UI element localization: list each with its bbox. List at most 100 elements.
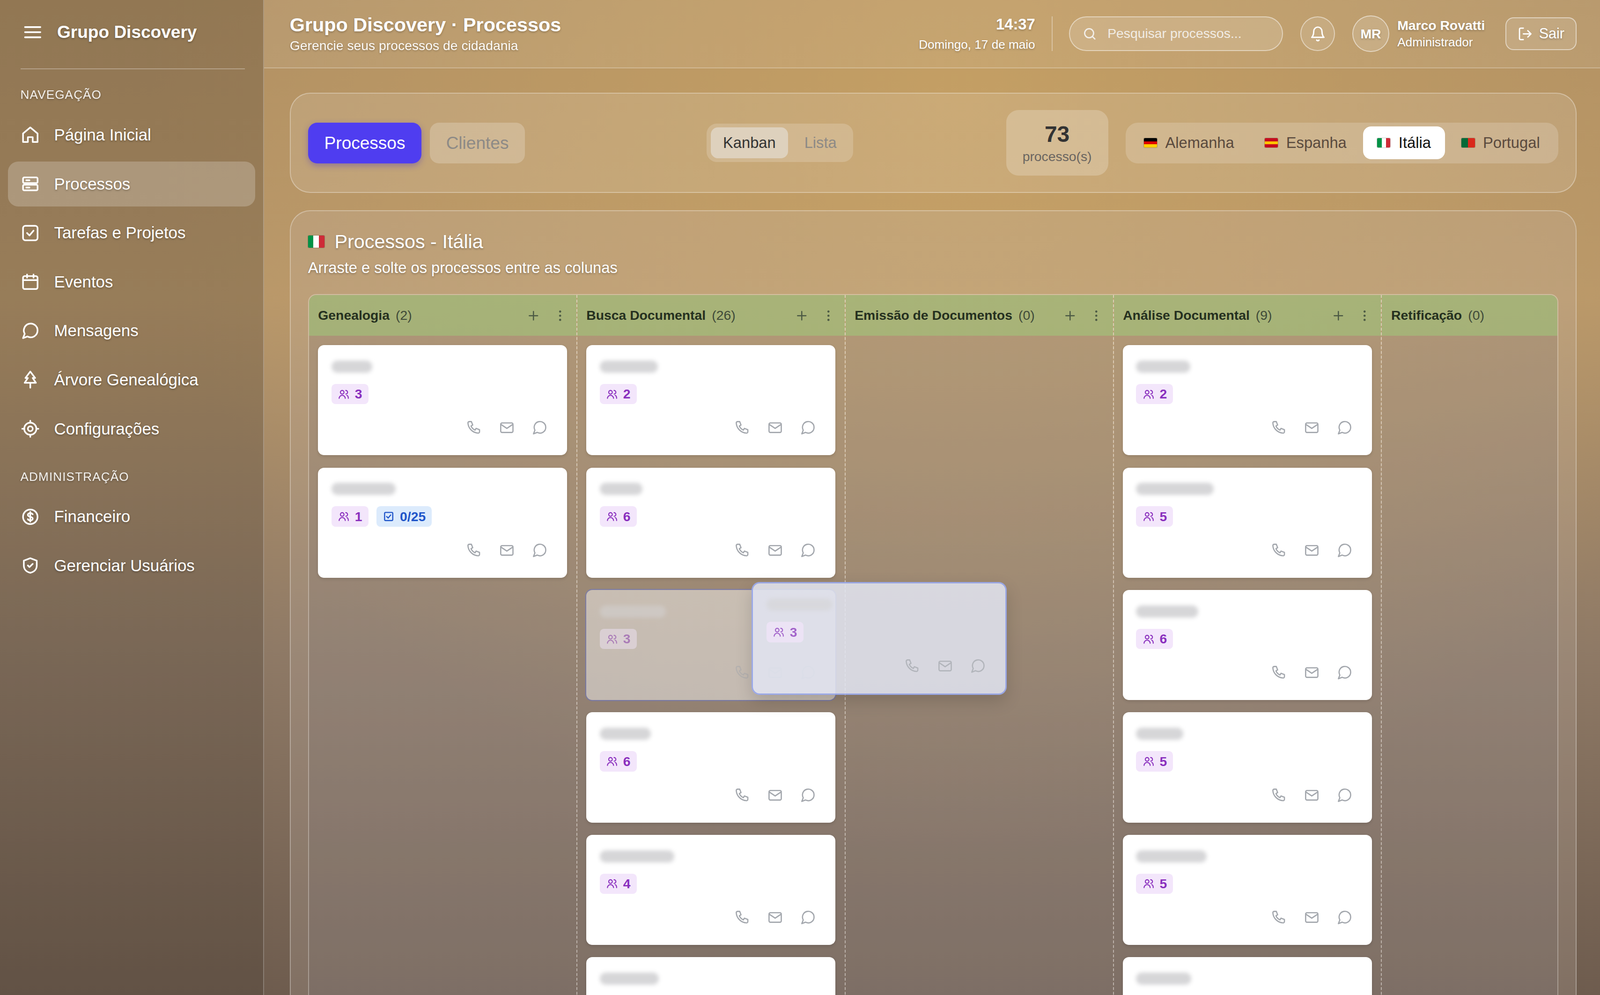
flag-stripe — [318, 235, 325, 248]
chat-icon[interactable] — [1336, 787, 1353, 804]
phone-icon[interactable] — [734, 542, 751, 559]
country-option[interactable]: Espanha — [1250, 126, 1362, 160]
sidebar-item[interactable]: Tarefas e Projetos — [7, 210, 255, 256]
chat-icon[interactable] — [1336, 909, 1353, 926]
drag-ghost-card[interactable]: 3 — [751, 582, 1007, 695]
redacted-name — [1135, 727, 1183, 740]
people-badge: 4 — [599, 873, 637, 895]
process-card[interactable]: 2 — [586, 345, 836, 456]
search-input[interactable] — [1105, 24, 1270, 43]
add-icon[interactable] — [1331, 308, 1346, 324]
sidebar-item[interactable]: Mensagens — [7, 308, 255, 354]
kanban-column: Análise Documental(9)25655 — [1113, 294, 1383, 995]
phone-icon[interactable] — [1270, 542, 1288, 559]
country-option[interactable]: Portugal — [1447, 126, 1555, 160]
more-icon[interactable] — [552, 308, 568, 324]
chat-icon[interactable] — [531, 542, 548, 559]
sidebar-item[interactable]: Configurações — [7, 406, 255, 452]
more-icon[interactable] — [1357, 308, 1372, 324]
view-option[interactable]: Lista — [792, 127, 849, 158]
mail-icon[interactable] — [766, 787, 784, 804]
sidebar-item[interactable]: Página Inicial — [7, 112, 255, 158]
phone-icon[interactable] — [1270, 787, 1288, 804]
phone-icon[interactable] — [1270, 664, 1288, 681]
card-actions — [599, 419, 823, 436]
tab[interactable]: Clientes — [429, 122, 526, 164]
phone-icon[interactable] — [465, 419, 483, 436]
phone-icon[interactable] — [734, 664, 751, 681]
column-header: Busca Documental(26) — [577, 294, 845, 336]
people-badge: 5 — [1135, 873, 1173, 895]
chat-icon[interactable] — [1336, 542, 1353, 559]
sidebar-item[interactable]: Gerenciar Usuários — [7, 543, 255, 589]
process-card[interactable]: 6 — [1122, 589, 1372, 701]
chat-icon[interactable] — [799, 909, 817, 926]
check-square-icon — [20, 223, 40, 243]
phone-icon[interactable] — [734, 909, 751, 926]
chat-icon[interactable] — [799, 542, 817, 559]
process-card[interactable]: 4 — [586, 834, 836, 945]
add-icon[interactable] — [794, 308, 810, 324]
country-label: Portugal — [1482, 133, 1541, 152]
chat-icon — [969, 657, 987, 675]
sidebar-item[interactable]: Árvore Genealógica — [7, 357, 255, 403]
section-title: NAVEGAÇÃO — [0, 69, 264, 113]
redacted-name — [599, 482, 643, 495]
country-option[interactable]: Alemanha — [1129, 126, 1249, 160]
mail-icon[interactable] — [1303, 909, 1320, 926]
chat-icon[interactable] — [1336, 664, 1353, 681]
redacted-name — [1135, 482, 1214, 495]
card-badges: 5 — [1135, 873, 1359, 895]
mail-icon[interactable] — [498, 542, 516, 559]
process-card[interactable]: 3 — [317, 345, 568, 456]
tab[interactable]: Processos — [308, 122, 422, 164]
sidebar-item-label: Eventos — [53, 272, 113, 292]
view-option[interactable]: Kanban — [710, 127, 789, 158]
sidebar-nav: Página InicialProcessosTarefas e Projeto… — [0, 112, 264, 451]
chat-icon[interactable] — [1336, 419, 1353, 436]
notifications-button[interactable] — [1300, 16, 1335, 52]
users-icon — [1142, 877, 1155, 890]
card-badges: 5 — [1135, 506, 1359, 527]
mail-icon[interactable] — [1303, 542, 1320, 559]
phone-icon[interactable] — [734, 787, 751, 804]
hamburger-icon[interactable] — [22, 22, 44, 43]
process-card[interactable]: 33 — [586, 589, 836, 701]
mail-icon[interactable] — [1303, 664, 1320, 681]
process-card[interactable]: 2 — [1122, 345, 1372, 456]
phone-icon[interactable] — [1270, 419, 1288, 436]
mail-icon[interactable] — [766, 909, 784, 926]
process-card[interactable]: 5 — [1122, 467, 1372, 578]
more-icon[interactable] — [1089, 308, 1104, 324]
process-card[interactable]: 5 — [1122, 834, 1372, 945]
process-card[interactable] — [586, 957, 836, 995]
sidebar-item[interactable]: Financeiro — [7, 494, 255, 540]
mail-icon[interactable] — [766, 419, 784, 436]
process-card[interactable]: 5 — [1122, 712, 1372, 823]
chat-icon[interactable] — [799, 787, 817, 804]
people-badge: 2 — [1135, 383, 1173, 405]
sidebar-item[interactable]: Eventos — [7, 259, 255, 305]
country-option[interactable]: Itália — [1363, 126, 1446, 160]
process-card[interactable] — [1122, 957, 1372, 995]
user-avatar[interactable]: MR — [1352, 15, 1389, 52]
chat-icon[interactable] — [799, 419, 817, 436]
phone-icon[interactable] — [734, 419, 751, 436]
mail-icon[interactable] — [766, 542, 784, 559]
add-icon[interactable] — [1062, 308, 1078, 324]
card-badges: 5 — [1135, 751, 1359, 772]
sidebar-item-label: Configurações — [53, 419, 160, 439]
chat-icon[interactable] — [531, 419, 548, 436]
mail-icon[interactable] — [1303, 419, 1320, 436]
sidebar-item[interactable]: Processos — [7, 161, 255, 207]
process-card[interactable]: 6 — [586, 712, 836, 823]
phone-icon[interactable] — [1270, 909, 1288, 926]
process-card[interactable]: 10/25 — [317, 467, 568, 578]
mail-icon[interactable] — [1303, 787, 1320, 804]
logout-button[interactable]: Sair — [1505, 17, 1577, 51]
phone-icon[interactable] — [465, 542, 483, 559]
more-icon[interactable] — [821, 308, 836, 324]
process-card[interactable]: 6 — [586, 467, 836, 578]
mail-icon[interactable] — [498, 419, 516, 436]
add-icon[interactable] — [526, 308, 541, 324]
